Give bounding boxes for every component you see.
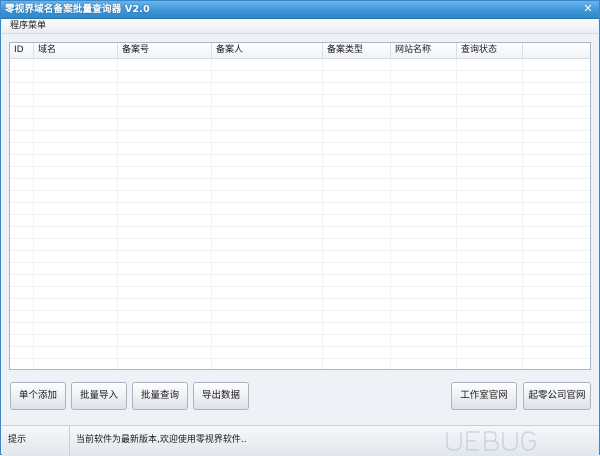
company-website-button[interactable]: 起零公司官网 [523,382,591,410]
close-icon[interactable]: ✕ [581,1,595,16]
column-divider [390,59,391,369]
menu-item-program[interactable]: 程序菜单 [8,20,48,32]
app-window: 零视界域名备案批量查询器 V2.0 ✕ 程序菜单 ID 域名 备案号 备案人 备… [0,0,600,456]
column-header-record-owner[interactable]: 备案人 [212,43,323,58]
export-data-button[interactable]: 导出数据 [193,382,249,410]
studio-website-button[interactable]: 工作室官网 [451,382,517,410]
column-header-site-name[interactable]: 网站名称 [391,43,457,58]
column-divider [322,59,323,369]
uebug-logo [446,431,536,451]
column-divider [211,59,212,369]
status-bar: 提示 当前软件为最新版本,欢迎使用零视界软件.. [2,425,599,456]
column-header-filler [523,43,590,58]
window-title: 零视界域名备案批量查询器 V2.0 [5,4,150,15]
result-table[interactable]: ID 域名 备案号 备案人 备案类型 网站名称 查询状态 [9,42,591,370]
column-header-record-number[interactable]: 备案号 [118,43,212,58]
column-header-domain[interactable]: 域名 [34,43,118,58]
column-header-record-type[interactable]: 备案类型 [323,43,391,58]
batch-query-button[interactable]: 批量查询 [132,382,188,410]
table-body[interactable] [10,59,590,369]
column-divider [456,59,457,369]
batch-import-button[interactable]: 批量导入 [71,382,127,410]
column-divider [522,59,523,369]
status-label: 提示 [2,426,70,456]
menu-bar: 程序菜单 [2,19,598,34]
column-header-query-status[interactable]: 查询状态 [457,43,523,58]
column-header-id[interactable]: ID [10,43,34,58]
title-bar[interactable]: 零视界域名备案批量查询器 V2.0 ✕ [1,1,599,19]
table-header: ID 域名 备案号 备案人 备案类型 网站名称 查询状态 [10,43,590,59]
column-divider [117,59,118,369]
add-single-button[interactable]: 单个添加 [10,382,66,410]
status-message: 当前软件为最新版本,欢迎使用零视界软件.. [76,435,247,445]
column-divider [33,59,34,369]
